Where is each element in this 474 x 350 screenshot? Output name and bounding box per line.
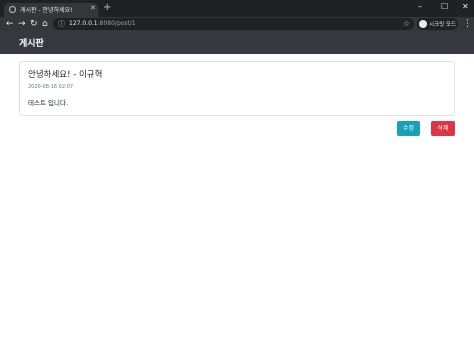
reload-icon[interactable]: ↻ bbox=[30, 17, 38, 31]
incognito-profile-button[interactable]: 시크릿 모드 bbox=[417, 18, 458, 30]
globe-icon bbox=[9, 6, 16, 13]
post-date: 2020-08-16 02:07 bbox=[28, 84, 74, 90]
menu-icon[interactable]: ⋮ bbox=[463, 17, 472, 31]
url-text[interactable]: 127.0.0.1:8080/post/1 bbox=[69, 20, 136, 27]
url-path: :8080/post/1 bbox=[97, 20, 136, 27]
forward-icon[interactable]: → bbox=[18, 17, 26, 31]
incognito-icon bbox=[419, 20, 427, 28]
browser-tab[interactable]: 게시판 - 안녕하세요! ✕ bbox=[4, 3, 98, 17]
window-close-icon[interactable]: ✕ bbox=[462, 1, 469, 13]
site-navbar: 게시판 bbox=[0, 31, 474, 54]
address-bar[interactable]: ⓘ 127.0.0.1:8080/post/1 ☆ bbox=[53, 18, 414, 30]
browser-tabstrip: 게시판 - 안녕하세요! ✕ + – ☐ ✕ bbox=[0, 0, 474, 17]
home-icon[interactable]: ⌂ bbox=[42, 17, 48, 31]
minimize-icon[interactable]: – bbox=[418, 1, 422, 13]
post-card: 안녕하세요! - 이규혁 2020-08-16 02:07 테스트 입니다. bbox=[19, 61, 455, 116]
browser-toolbar: ← → ↻ ⌂ ⓘ 127.0.0.1:8080/post/1 ☆ 시크릿 모드… bbox=[0, 17, 474, 31]
profile-label: 시크릿 모드 bbox=[429, 22, 457, 28]
post-content: 테스트 입니다. bbox=[28, 99, 69, 107]
edit-button[interactable]: 수정 bbox=[397, 121, 420, 136]
navbar-brand[interactable]: 게시판 bbox=[19, 36, 44, 49]
star-icon[interactable]: ☆ bbox=[403, 18, 410, 30]
maximize-icon[interactable]: ☐ bbox=[441, 1, 448, 13]
info-icon[interactable]: ⓘ bbox=[58, 19, 65, 29]
url-host: 127.0.0.1 bbox=[69, 20, 98, 27]
delete-button[interactable]: 삭제 bbox=[431, 121, 455, 136]
back-icon[interactable]: ← bbox=[6, 17, 14, 31]
new-tab-icon[interactable]: + bbox=[103, 2, 111, 14]
tab-title: 게시판 - 안녕하세요! bbox=[20, 7, 73, 14]
tab-close-icon[interactable]: ✕ bbox=[90, 4, 96, 12]
post-title: 안녕하세요! - 이규혁 bbox=[28, 70, 103, 80]
